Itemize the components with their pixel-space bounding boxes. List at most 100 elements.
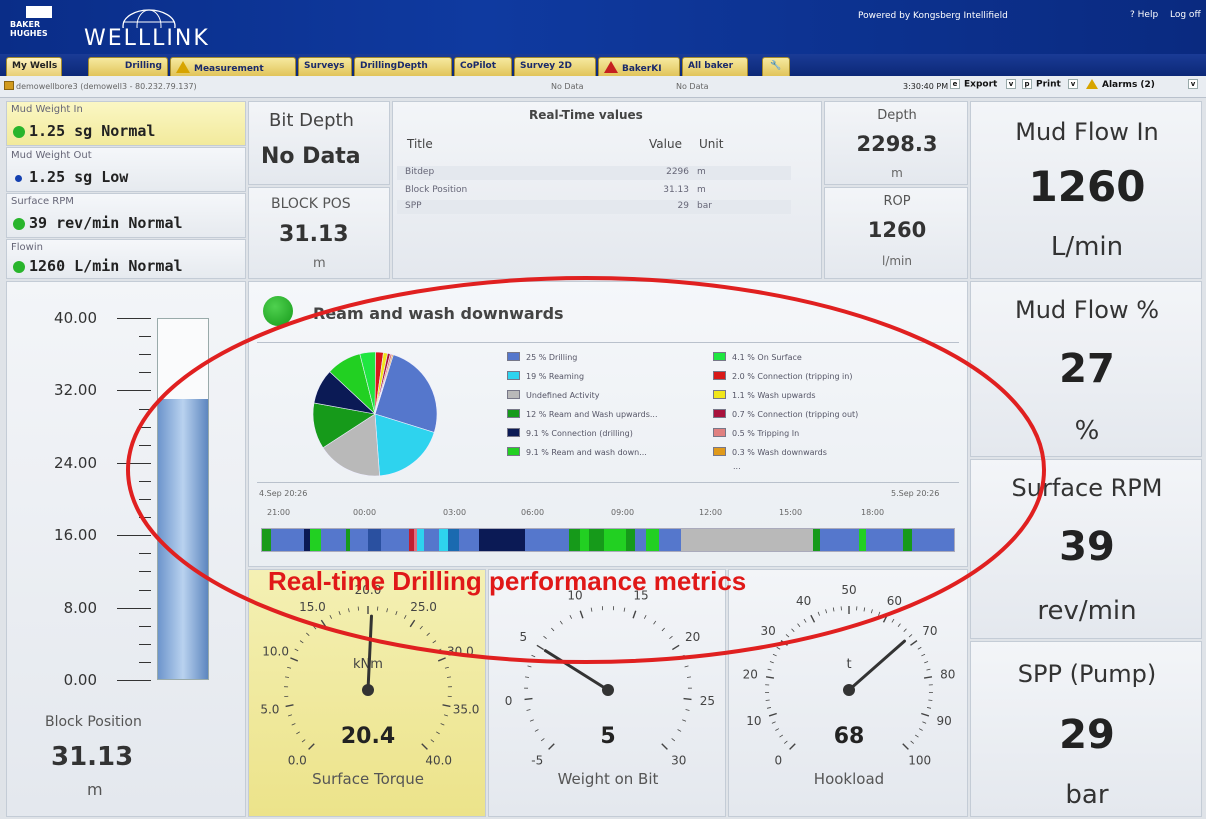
block-pos-title: BLOCK POS xyxy=(271,196,351,212)
legend-item[interactable]: 2.0 % Connection (tripping in) xyxy=(713,371,852,381)
gauge-tick xyxy=(891,618,895,623)
activity-timeline[interactable] xyxy=(261,528,955,552)
table-row: Block Position 31.13 m xyxy=(397,184,791,198)
alarms-label: Alarms (2) xyxy=(1102,80,1155,90)
gauge-tick xyxy=(926,707,932,709)
alarms-dropdown[interactable]: v xyxy=(1188,79,1202,95)
gauge-tick xyxy=(437,648,442,652)
status-value: 1260 L/min Normal xyxy=(29,257,183,275)
gauge-needle xyxy=(847,639,907,692)
row-value: 31.13 xyxy=(663,185,689,195)
axis-minor-tick xyxy=(139,553,151,555)
gauge-tick xyxy=(313,625,317,630)
gauge-tick xyxy=(348,608,350,613)
timeline-segment xyxy=(568,529,581,551)
axis-minor-tick xyxy=(139,426,151,428)
status-low-icon xyxy=(15,175,22,182)
legend-item[interactable]: 25 % Drilling xyxy=(507,352,577,362)
status-ok-icon xyxy=(13,126,25,138)
legend-more[interactable]: ... xyxy=(733,462,741,471)
timeline-tick-label: 12:00 xyxy=(699,508,723,517)
timeline-segment xyxy=(478,529,526,551)
timeline-tick-label: 21:00 xyxy=(267,508,291,517)
print-dropdown[interactable]: v xyxy=(1068,79,1082,95)
legend-swatch xyxy=(713,371,726,380)
tab-all-baker[interactable]: All baker xyxy=(682,57,748,76)
gauge-tick xyxy=(287,714,293,717)
alarm-icon xyxy=(604,61,618,73)
tab-my-wells[interactable]: My Wells xyxy=(6,57,62,76)
legend-item[interactable]: 0.5 % Tripping In xyxy=(713,428,799,438)
legend-item[interactable]: 9.1 % Connection (drilling) xyxy=(507,428,633,438)
baker-hughes-logo: BAKER HUGHES xyxy=(10,6,68,44)
tab-bakerki[interactable]: BakerKI xyxy=(598,57,680,76)
tab-survey-2d[interactable]: Survey 2D xyxy=(514,57,596,76)
gauge-number: 25.0 xyxy=(410,600,437,614)
gauge-number: 70 xyxy=(922,624,937,638)
warning-icon xyxy=(176,61,190,73)
legend-item[interactable]: 4.1 % On Surface xyxy=(713,352,802,362)
legend-swatch xyxy=(507,390,520,399)
legend-item[interactable]: 0.7 % Connection (tripping out) xyxy=(713,409,858,419)
timeline-segment xyxy=(458,529,480,551)
logoff-link[interactable]: Log off xyxy=(1170,10,1201,26)
axis-tick-label: 32.00 xyxy=(54,381,97,400)
export-button[interactable]: e Export xyxy=(950,79,997,95)
block-pos-panel: BLOCK POS 31.13 m xyxy=(248,187,390,279)
legend-item[interactable]: 9.1 % Ream and wash down... xyxy=(507,447,647,457)
app-header: BAKER HUGHES WELLLINK Powered by Kongsbe… xyxy=(0,0,1206,54)
timeline-segment xyxy=(912,529,954,551)
gauge-tick xyxy=(686,676,692,678)
help-link[interactable]: ? Help xyxy=(1130,10,1158,26)
gauge-tick xyxy=(524,697,533,701)
row-unit: m xyxy=(697,167,706,177)
gauge-tick xyxy=(551,627,555,632)
gauge-tick xyxy=(870,609,873,614)
axis-tick-label: 8.00 xyxy=(63,598,97,617)
legend-label: 4.1 % On Surface xyxy=(732,353,802,362)
axis-major-tick xyxy=(117,535,151,537)
legend-swatch xyxy=(507,409,520,418)
chevron-down-icon: v xyxy=(1188,79,1198,89)
surface-rpm-panel: Surface RPM 39 rev/min xyxy=(970,459,1202,639)
surface-torque-panel: 0.05.010.015.020.025.030.035.040.0kNm 20… xyxy=(248,569,486,817)
gauge-tick xyxy=(287,666,292,669)
axis-minor-tick xyxy=(139,372,151,374)
legend-item[interactable]: 0.3 % Wash downwards xyxy=(713,447,827,457)
legend-item[interactable]: 1.1 % Wash upwards xyxy=(713,390,815,400)
alarms-button[interactable]: Alarms (2) xyxy=(1086,79,1155,95)
legend-label: 2.0 % Connection (tripping in) xyxy=(732,372,853,381)
legend-item[interactable]: Undefined Activity xyxy=(507,390,600,400)
timeline-segment xyxy=(350,529,369,551)
gauge-tick xyxy=(825,609,828,614)
tab-drillingdepth[interactable]: DrillingDepth xyxy=(354,57,452,76)
gauge-tick xyxy=(776,646,781,650)
gauge-tick xyxy=(524,676,530,678)
legend-item[interactable]: 19 % Reaming xyxy=(507,371,584,381)
gauge-tick xyxy=(529,719,534,722)
axis-minor-tick xyxy=(139,625,151,627)
timeline-segment xyxy=(634,529,647,551)
surface-torque-label: Surface Torque xyxy=(312,770,424,788)
gauge-tick xyxy=(910,640,918,646)
legend-swatch xyxy=(507,447,520,456)
gauge-tick xyxy=(772,653,777,657)
print-button[interactable]: p Print xyxy=(1022,79,1061,95)
hookload-value: 68 xyxy=(833,724,865,749)
divider xyxy=(257,482,959,483)
wrench-icon[interactable]: 🔧 xyxy=(762,57,790,76)
axis-tick-label: 0.00 xyxy=(63,671,97,689)
chevron-down-icon: v xyxy=(1068,79,1078,89)
tab-copilot[interactable]: CoPilot xyxy=(454,57,512,76)
surface-torque-value: 20.4 xyxy=(340,724,396,749)
tab-drilling[interactable]: Drilling xyxy=(88,57,168,76)
tab-measurement[interactable]: Measurement xyxy=(170,57,296,76)
timeline-segment xyxy=(604,529,627,551)
export-dropdown[interactable]: v xyxy=(1006,79,1020,95)
legend-item[interactable]: 12 % Ream and Wash upwards... xyxy=(507,409,658,419)
mud-flow-pct-title: Mud Flow % xyxy=(1015,296,1159,324)
powered-by: Powered by Kongsberg Intellifield xyxy=(858,11,1008,21)
gauge-tick xyxy=(299,640,304,644)
tab-surveys[interactable]: Surveys xyxy=(298,57,352,76)
block-position-value: 31.13 xyxy=(51,742,134,772)
